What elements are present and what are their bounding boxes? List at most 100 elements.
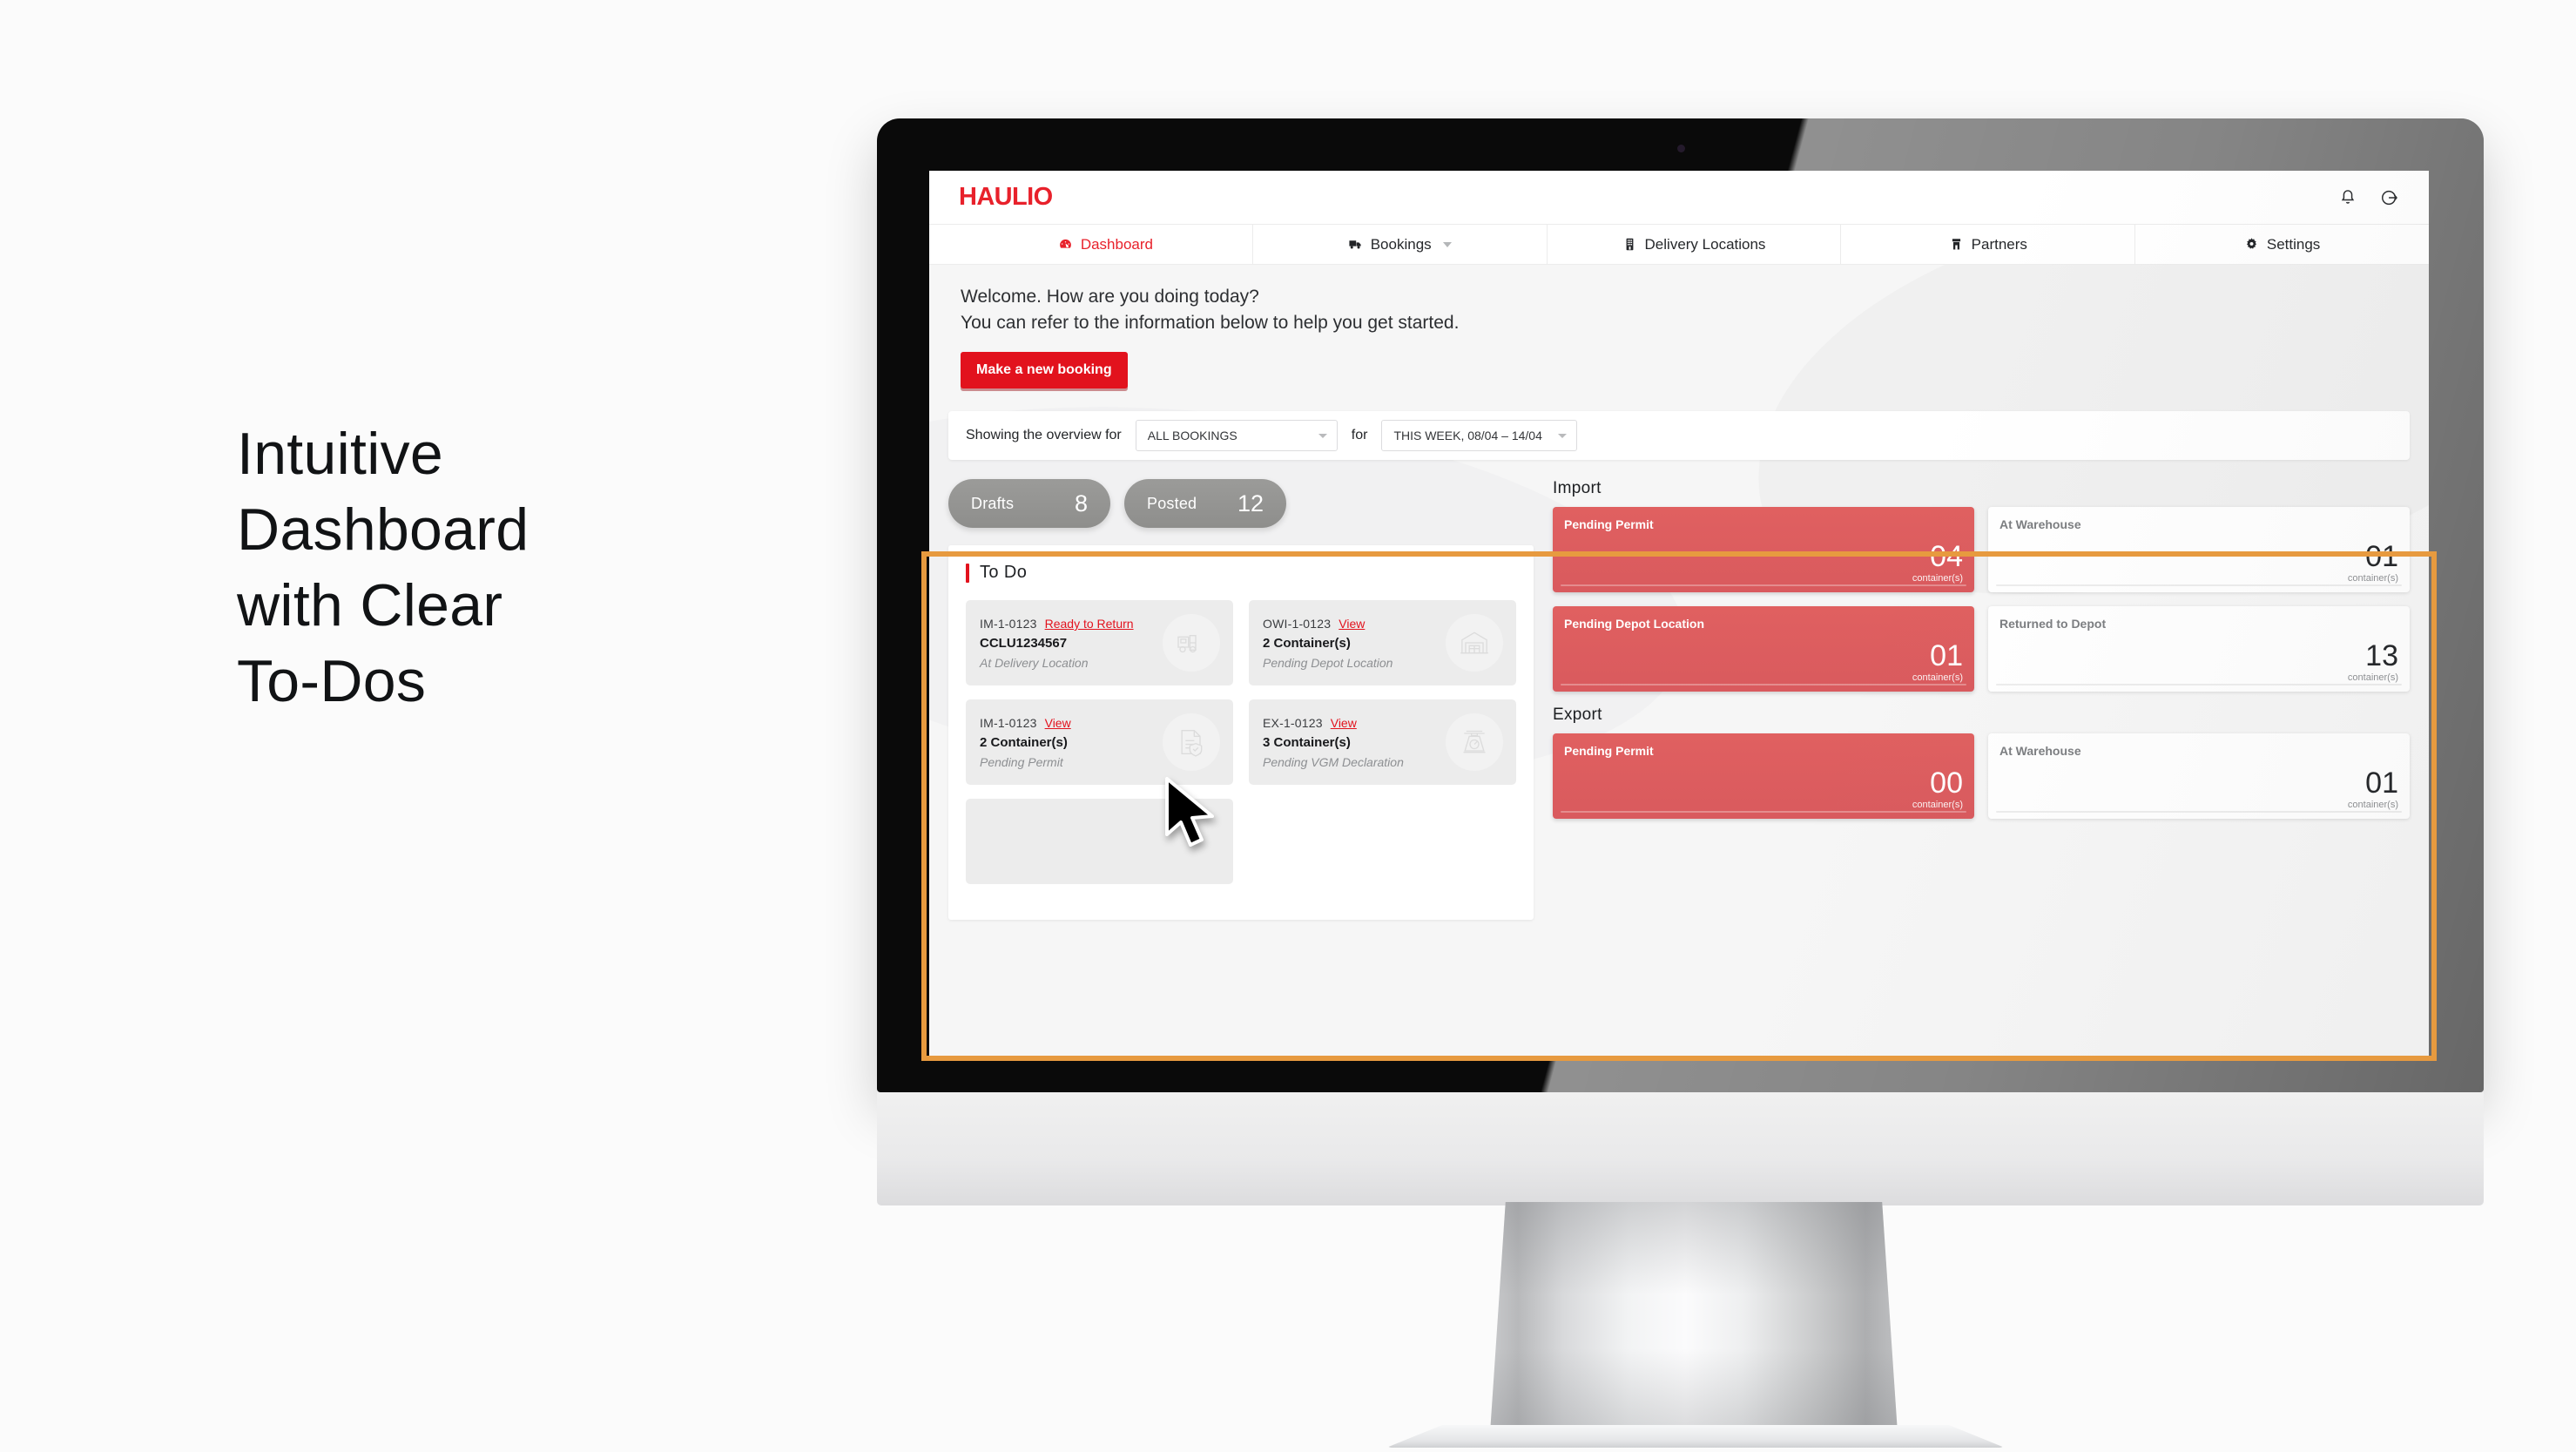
- dashboard-columns: Drafts 8 Posted 12 To Do IM-1-0123 Ready…: [929, 479, 2429, 921]
- promo-headline: Intuitive Dashboard with Clear To-Dos: [237, 421, 529, 715]
- permit-document-icon: [1163, 713, 1220, 772]
- stat-value: 01: [2365, 540, 2398, 574]
- todo-card-ref: OWI-1-0123: [1263, 616, 1332, 631]
- pill-posted[interactable]: Posted 12: [1124, 479, 1286, 529]
- stat-card-export-at-warehouse[interactable]: At Warehouse 01 container(s): [1988, 733, 2410, 820]
- chevron-down-icon: [1558, 434, 1568, 439]
- import-stat-row-1: Pending Permit 04 container(s) At Wareho…: [1553, 507, 2410, 593]
- dashboard-left-column: Drafts 8 Posted 12 To Do IM-1-0123 Ready…: [948, 479, 1534, 921]
- stat-card-export-pending-permit[interactable]: Pending Permit 00 container(s): [1553, 733, 1974, 820]
- bookings-filter-value: ALL BOOKINGS: [1147, 429, 1237, 443]
- stat-label: At Warehouse: [1999, 744, 2081, 759]
- stat-label: Pending Permit: [1564, 517, 1654, 532]
- app-header: HAULIO: [929, 171, 2429, 225]
- warehouse-icon: [1446, 614, 1503, 672]
- pill-posted-value: 12: [1237, 490, 1264, 517]
- pill-drafts-value: 8: [1074, 490, 1088, 517]
- section-title-export: Export: [1553, 706, 1602, 725]
- todo-accent-bar: [966, 563, 969, 583]
- stat-unit: container(s): [1912, 573, 1963, 584]
- welcome-line-2: You can refer to the information below t…: [961, 313, 1460, 334]
- welcome-line-1: Welcome. How are you doing today?: [961, 287, 1259, 307]
- webcam-dot: [1676, 145, 1685, 152]
- dashboard-right-column: Import Pending Permit 04 container(s) At…: [1553, 479, 2410, 920]
- stat-card-import-pending-depot-location[interactable]: Pending Depot Location 01 container(s): [1553, 606, 1974, 692]
- gear-icon: [2244, 237, 2259, 252]
- todo-card[interactable]: OWI-1-0123 View 2 Container(s) Pending De…: [1249, 600, 1516, 686]
- todo-title: To Do: [980, 563, 1028, 583]
- monitor-stand-base: [1386, 1425, 2005, 1448]
- stat-label: Pending Depot Location: [1564, 617, 1704, 631]
- chevron-down-icon: [1318, 434, 1327, 439]
- weighing-scale-icon: [1446, 713, 1503, 772]
- stat-unit: container(s): [2347, 672, 2398, 684]
- screenshot-stage: Intuitive Dashboard with Clear To-Dos HA…: [0, 0, 2576, 1452]
- monitor-chin: [877, 1092, 2484, 1205]
- nav-item-delivery-locations[interactable]: Delivery Locations: [1546, 225, 1841, 264]
- stat-unit: container(s): [1912, 800, 1963, 811]
- period-filter-value: THIS WEEK, 08/04 – 14/04: [1393, 429, 1542, 443]
- todo-header: To Do: [966, 563, 1516, 583]
- section-title-import: Import: [1553, 479, 1602, 498]
- pill-drafts-label: Drafts: [971, 494, 1015, 512]
- todo-card-action-link[interactable]: View: [1339, 617, 1365, 631]
- pill-posted-label: Posted: [1147, 494, 1197, 512]
- todo-card-ref: IM-1-0123: [980, 715, 1037, 730]
- nav-label-delivery-locations: Delivery Locations: [1644, 235, 1766, 253]
- browser-screen: HAULIO Dashboard Bookings Delivery Locat…: [929, 171, 2429, 1058]
- main-nav: Dashboard Bookings Delivery Locations Pa…: [929, 225, 2429, 265]
- todo-card-ref: IM-1-0123: [980, 616, 1037, 631]
- stat-card-import-at-warehouse[interactable]: At Warehouse 01 container(s): [1988, 507, 2410, 593]
- stat-unit: container(s): [1912, 672, 1963, 684]
- haulio-logo: HAULIO: [959, 183, 1053, 211]
- stat-card-import-pending-permit[interactable]: Pending Permit 04 container(s): [1553, 507, 1974, 593]
- stat-value: 01: [1930, 639, 1963, 673]
- overview-filter-bar: Showing the overview for ALL BOOKINGS fo…: [948, 411, 2410, 461]
- todo-card[interactable]: IM-1-0123 View 2 Container(s) Pending Per…: [966, 699, 1233, 786]
- todo-card-action-link[interactable]: View: [1331, 716, 1357, 730]
- nav-label-settings: Settings: [2266, 235, 2321, 253]
- stat-label: Returned to Depot: [1999, 617, 2107, 631]
- import-stat-row-2: Pending Depot Location 01 container(s) R…: [1553, 606, 2410, 692]
- stat-value: 00: [1930, 767, 1963, 800]
- stat-card-import-returned-to-depot[interactable]: Returned to Depot 13 container(s): [1988, 606, 2410, 692]
- monitor-stand-shading: [1489, 1202, 1898, 1446]
- speedometer-icon: [1058, 237, 1073, 252]
- warehouse-icon: [1949, 237, 1964, 252]
- nav-label-dashboard: Dashboard: [1080, 235, 1153, 253]
- todo-card-ref: EX-1-0123: [1263, 715, 1323, 730]
- nav-label-partners: Partners: [1971, 235, 2027, 253]
- pill-drafts[interactable]: Drafts 8: [948, 479, 1110, 529]
- bookings-filter-select[interactable]: ALL BOOKINGS: [1135, 420, 1338, 452]
- nav-item-settings[interactable]: Settings: [2134, 225, 2429, 264]
- todo-card[interactable]: IM-1-0123 Ready to Return CCLU1234567 At …: [966, 600, 1233, 686]
- todo-card-action-link[interactable]: View: [1045, 716, 1071, 730]
- period-filter-select[interactable]: THIS WEEK, 08/04 – 14/04: [1381, 420, 1578, 452]
- stat-value: 13: [2365, 639, 2398, 673]
- welcome-block: Welcome. How are you doing today? You ca…: [929, 265, 2429, 389]
- chevron-down-icon[interactable]: [1442, 241, 1452, 247]
- todo-card-placeholder[interactable]: [966, 799, 1233, 885]
- make-new-booking-button[interactable]: Make a new booking: [961, 352, 1128, 389]
- stat-value: 04: [1930, 540, 1963, 574]
- truck-icon: [1163, 614, 1220, 672]
- todo-card[interactable]: EX-1-0123 View 3 Container(s) Pending VGM…: [1249, 699, 1516, 786]
- logout-icon[interactable]: [2380, 188, 2399, 207]
- filter-prefix-label: Showing the overview for: [966, 428, 1122, 443]
- stat-unit: container(s): [2347, 800, 2398, 811]
- nav-item-dashboard[interactable]: Dashboard: [959, 225, 1252, 264]
- todo-card-action-link[interactable]: Ready to Return: [1045, 617, 1134, 631]
- stat-unit: container(s): [2347, 573, 2398, 584]
- status-pills: Drafts 8 Posted 12: [948, 479, 1534, 529]
- stat-label: At Warehouse: [1999, 517, 2081, 532]
- nav-label-bookings: Bookings: [1370, 235, 1432, 253]
- header-actions: [2338, 188, 2399, 207]
- dashboard-body: Welcome. How are you doing today? You ca…: [929, 265, 2429, 1058]
- nav-item-partners[interactable]: Partners: [1840, 225, 2134, 264]
- nav-item-bookings[interactable]: Bookings: [1251, 225, 1547, 264]
- stat-label: Pending Permit: [1564, 744, 1654, 759]
- todo-grid-spacer: [1249, 799, 1516, 884]
- todo-panel: To Do IM-1-0123 Ready to Return CCLU12345…: [948, 545, 1534, 921]
- bell-icon[interactable]: [2338, 188, 2357, 207]
- stat-value: 01: [2365, 767, 2398, 800]
